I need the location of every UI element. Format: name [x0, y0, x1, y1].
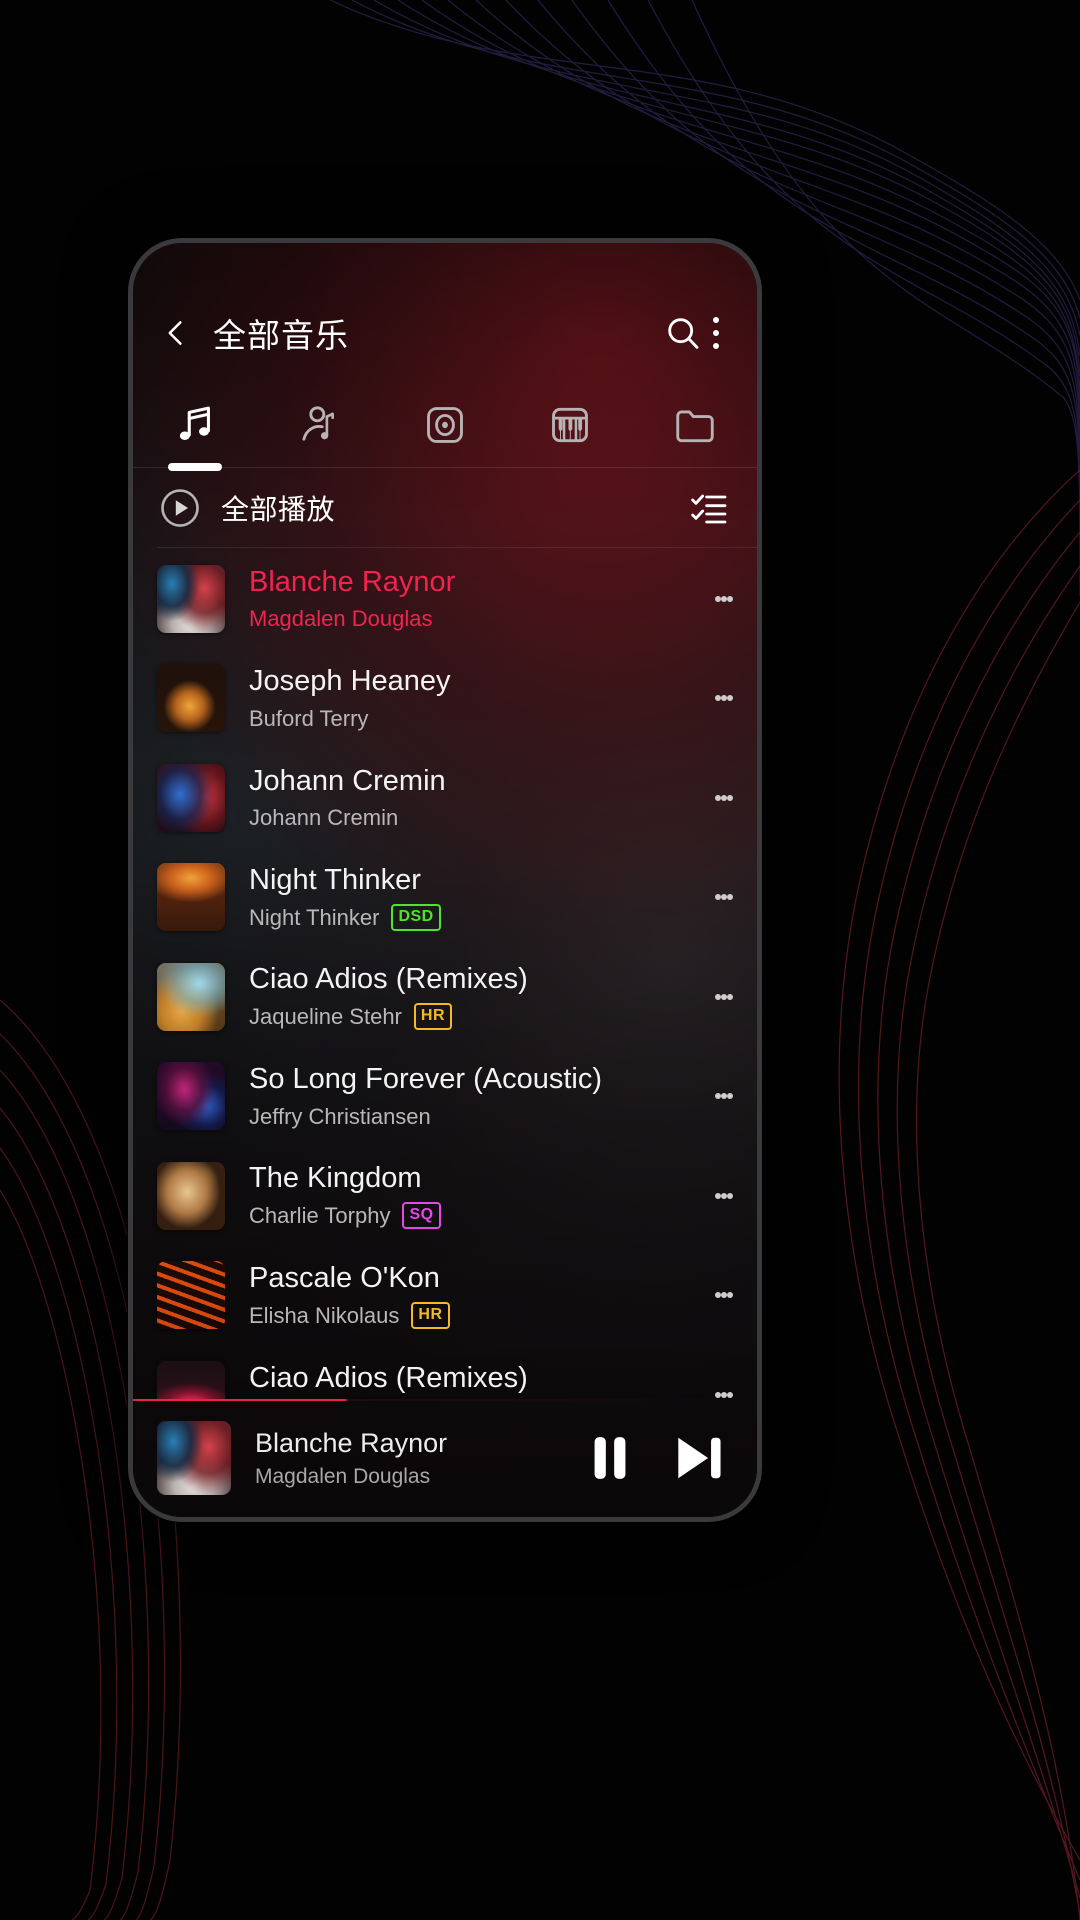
quality-badge: SQ: [402, 1202, 441, 1230]
song-artist: Elisha Nikolaus: [249, 1302, 400, 1328]
quality-badge: HR: [411, 1301, 450, 1329]
song-meta: Johann Cremin Johann Cremin: [249, 765, 699, 831]
song-artist: Buford Terry: [249, 705, 369, 731]
song-more-icon[interactable]: [709, 1275, 739, 1315]
song-artwork: [157, 962, 225, 1031]
song-row[interactable]: Blanche Raynor Magdalen Douglas: [133, 549, 757, 649]
song-meta: Ciao Adios (Remixes) Jaqueline Stehr HR: [249, 963, 699, 1031]
phone-screen: 全部音乐 全部播放 Blanche Raynor Magdalen Dougla…: [133, 243, 757, 1517]
song-more-icon[interactable]: [709, 579, 739, 619]
artist-icon: [302, 406, 335, 441]
song-more-icon[interactable]: [709, 778, 739, 818]
checklist-icon[interactable]: [687, 488, 731, 528]
song-title: Ciao Adios (Remixes): [249, 963, 528, 996]
song-artwork: [157, 863, 225, 932]
play-all-divider: [157, 547, 757, 548]
song-row[interactable]: Pascale O'Kon Elisha Nikolaus HR: [133, 1246, 757, 1346]
song-artist-line: Night Thinker DSD: [249, 903, 699, 931]
song-row[interactable]: Joseph Heaney Buford Terry: [133, 649, 757, 749]
song-more-icon[interactable]: [709, 678, 739, 718]
tab-genres[interactable]: [507, 385, 632, 465]
song-meta: Night Thinker Night Thinker DSD: [249, 864, 699, 931]
song-artist: Night Thinker: [249, 904, 380, 930]
pause-icon[interactable]: [585, 1430, 635, 1486]
song-row[interactable]: Night Thinker Night Thinker DSD: [133, 848, 757, 948]
song-artist-line: Elisha Nikolaus HR: [249, 1301, 699, 1329]
category-tab-bar: [133, 385, 757, 471]
phone-device-frame: 全部音乐 全部播放 Blanche Raynor Magdalen Dougla…: [128, 238, 762, 1522]
more-vertical-icon[interactable]: [703, 313, 729, 353]
song-artist: Johann Cremin: [249, 805, 399, 831]
folder-icon: [675, 410, 714, 443]
song-artist: Magdalen Douglas: [249, 606, 433, 632]
song-more-icon[interactable]: [709, 877, 739, 917]
mini-player-controls: [585, 1430, 731, 1486]
song-row[interactable]: So Long Forever (Acoustic) Jeffry Christi…: [133, 1047, 757, 1147]
song-meta: The Kingdom Charlie Torphy SQ: [249, 1162, 699, 1230]
now-playing-title: Blanche Raynor: [255, 1427, 448, 1458]
song-artwork: [157, 1161, 225, 1230]
page-title: 全部音乐: [213, 317, 349, 354]
song-row[interactable]: Johann Cremin Johann Cremin: [133, 748, 757, 848]
play-all-label: 全部播放: [221, 494, 336, 525]
song-title: Night Thinker: [249, 863, 421, 896]
song-artwork: [157, 564, 225, 633]
song-title: The Kingdom: [249, 1162, 422, 1195]
tab-albums[interactable]: [383, 385, 508, 465]
song-row[interactable]: Ciao Adios (Remixes)Willis Osinski: [133, 1345, 757, 1399]
now-playing-artist: Magdalen Douglas: [255, 1464, 431, 1488]
song-artist: Jaqueline Stehr: [249, 1004, 402, 1030]
chevron-left-icon[interactable]: [161, 318, 191, 348]
search-icon[interactable]: [663, 313, 703, 353]
skip-next-icon[interactable]: [671, 1430, 727, 1486]
app-bar: 全部音乐: [133, 295, 757, 371]
song-title: Ciao Adios (Remixes): [249, 1361, 528, 1394]
song-artwork: [157, 664, 225, 733]
song-artist-line: Johann Cremin: [249, 805, 699, 830]
song-title: So Long Forever (Acoustic): [249, 1063, 602, 1096]
song-meta: Blanche Raynor Magdalen Douglas: [249, 566, 699, 632]
song-more-icon[interactable]: [709, 1076, 739, 1116]
song-meta: Ciao Adios (Remixes)Willis Osinski: [249, 1362, 699, 1399]
song-title: Johann Cremin: [249, 764, 446, 797]
tab-songs[interactable]: [133, 385, 258, 471]
song-more-icon[interactable]: [709, 1375, 739, 1399]
play-all-row[interactable]: 全部播放: [133, 469, 757, 547]
song-artwork: [157, 1062, 225, 1131]
album-disc-icon: [427, 407, 463, 443]
song-row[interactable]: Ciao Adios (Remixes) Jaqueline Stehr HR: [133, 947, 757, 1047]
song-more-icon[interactable]: [709, 1176, 739, 1216]
song-artist: Charlie Torphy: [249, 1203, 391, 1229]
song-list[interactable]: Blanche Raynor Magdalen Douglas Joseph Hea…: [133, 549, 757, 1399]
now-playing-meta: Blanche Raynor Magdalen Douglas: [255, 1428, 585, 1489]
tab-bar-divider: [133, 467, 757, 468]
tab-artists[interactable]: [258, 385, 383, 465]
song-artwork: [157, 1261, 225, 1330]
song-more-icon[interactable]: [709, 977, 739, 1017]
song-artist-line: Jeffry Christiansen: [249, 1104, 699, 1129]
quality-badge: HR: [413, 1003, 452, 1031]
song-meta: So Long Forever (Acoustic) Jeffry Christi…: [249, 1063, 699, 1129]
song-title: Pascale O'Kon: [249, 1261, 440, 1294]
song-artist-line: Buford Terry: [249, 706, 699, 731]
song-artwork: [157, 1360, 225, 1399]
song-row[interactable]: The Kingdom Charlie Torphy SQ: [133, 1146, 757, 1246]
song-artist-line: Charlie Torphy SQ: [249, 1202, 699, 1230]
song-artist-line: Jaqueline Stehr HR: [249, 1003, 699, 1031]
play-circle-icon: [161, 489, 199, 527]
play-all-action[interactable]: 全部播放: [159, 487, 687, 529]
song-artist-line: Magdalen Douglas: [249, 606, 699, 631]
mini-player-bar[interactable]: Blanche Raynor Magdalen Douglas: [133, 1399, 757, 1517]
song-artwork: [157, 763, 225, 832]
song-title: Blanche Raynor: [249, 565, 456, 598]
song-meta: Pascale O'Kon Elisha Nikolaus HR: [249, 1262, 699, 1329]
piano-keys-icon: [551, 407, 588, 443]
song-meta: Joseph Heaney Buford Terry: [249, 665, 699, 731]
tab-folders[interactable]: [632, 385, 757, 465]
quality-badge: DSD: [391, 903, 441, 931]
song-artist: Jeffry Christiansen: [249, 1103, 431, 1129]
song-title: Joseph Heaney: [249, 665, 451, 698]
now-playing-artwork[interactable]: [157, 1421, 231, 1495]
music-note-icon: [180, 406, 211, 440]
